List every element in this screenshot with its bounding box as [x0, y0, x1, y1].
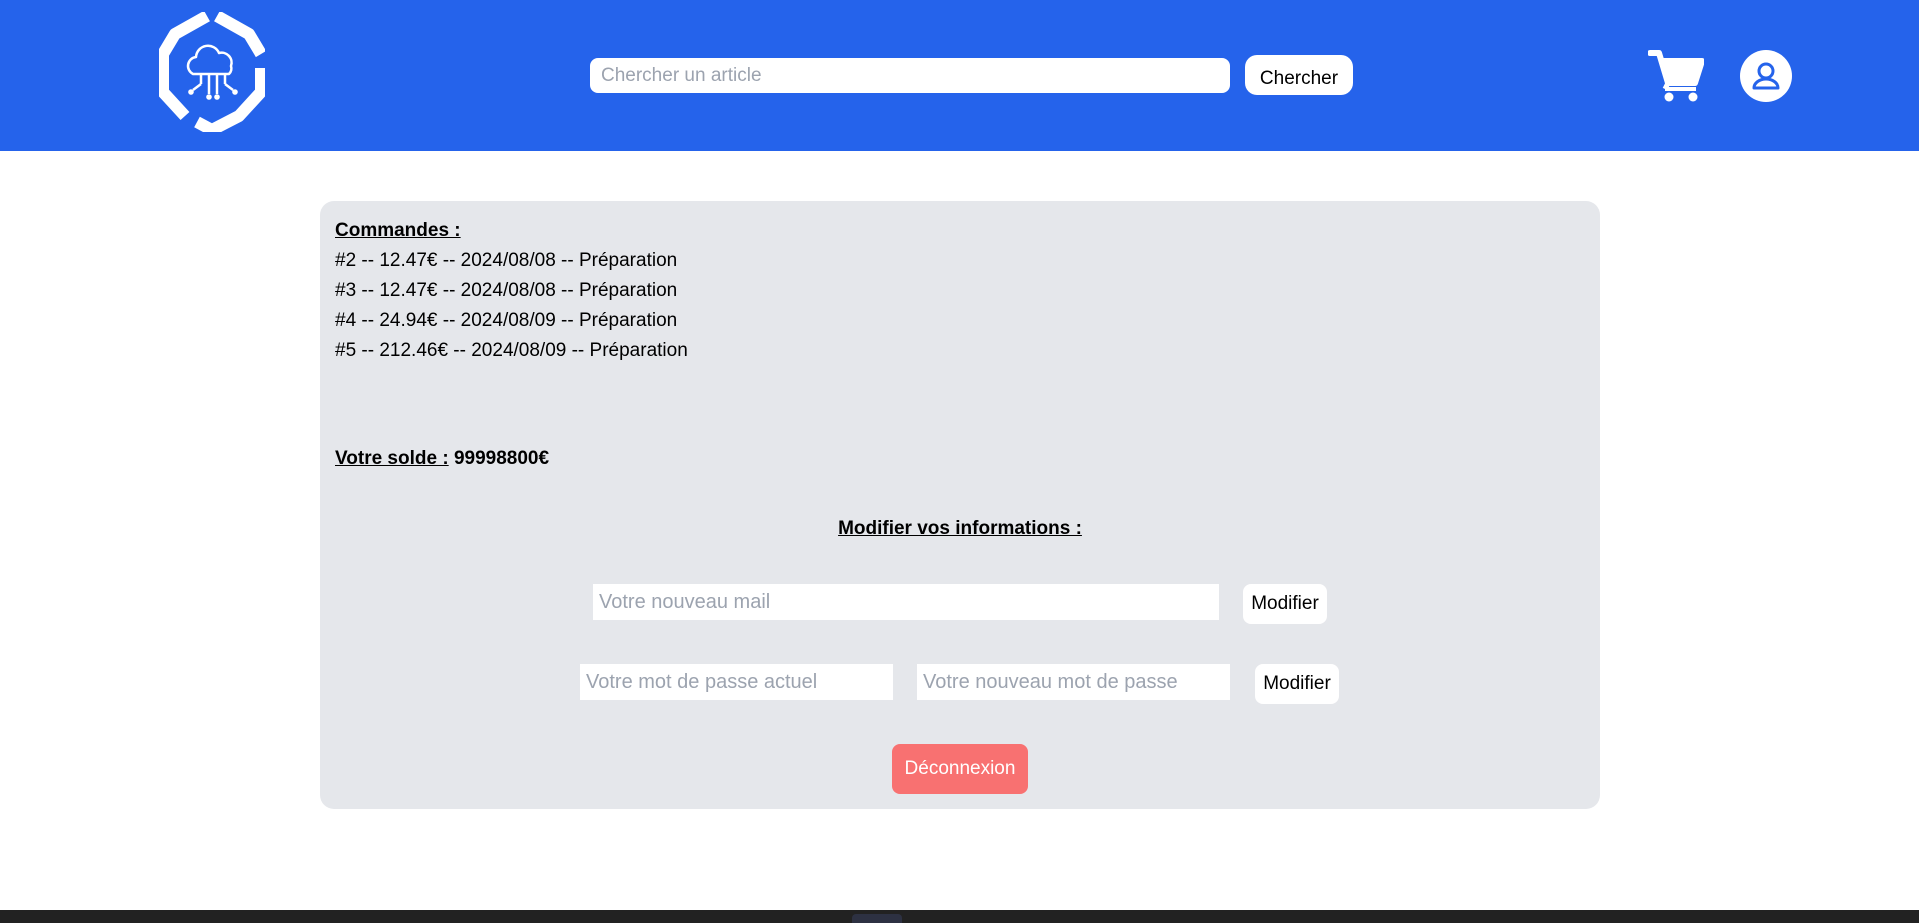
- site-header: Chercher: [0, 0, 1919, 151]
- search-button[interactable]: Chercher: [1245, 55, 1353, 95]
- footer-tab: [852, 914, 902, 923]
- logout-button[interactable]: Déconnexion: [892, 744, 1028, 794]
- balance-line: Votre solde : 99998800€: [335, 447, 549, 471]
- account-panel: Commandes : #2 -- 12.47€ -- 2024/08/08 -…: [320, 201, 1600, 809]
- orders-heading: Commandes :: [335, 220, 461, 241]
- modify-password-button[interactable]: Modifier: [1255, 664, 1339, 704]
- user-icon: [1752, 62, 1780, 90]
- search-input[interactable]: [590, 58, 1230, 93]
- new-password-field[interactable]: [917, 664, 1230, 700]
- new-email-field[interactable]: [593, 584, 1219, 620]
- modify-email-button[interactable]: Modifier: [1243, 584, 1327, 624]
- footer: [0, 910, 1919, 923]
- balance-label: Votre solde :: [335, 448, 449, 469]
- current-password-field[interactable]: [580, 664, 893, 700]
- modify-info-title: Modifier vos informations :: [838, 518, 1082, 539]
- order-item: #3 -- 12.47€ -- 2024/08/08 -- Préparatio…: [335, 280, 678, 301]
- order-item: #5 -- 212.46€ -- 2024/08/09 -- Préparati…: [335, 340, 688, 361]
- user-account-button[interactable]: [1740, 50, 1792, 102]
- cloud-hexagon-logo[interactable]: [159, 12, 265, 132]
- order-item: #4 -- 24.94€ -- 2024/08/09 -- Préparatio…: [335, 310, 678, 331]
- shopping-cart-icon[interactable]: [1648, 48, 1704, 102]
- balance-value: 99998800€: [453, 448, 550, 469]
- order-item: #2 -- 12.47€ -- 2024/08/08 -- Préparatio…: [335, 250, 678, 271]
